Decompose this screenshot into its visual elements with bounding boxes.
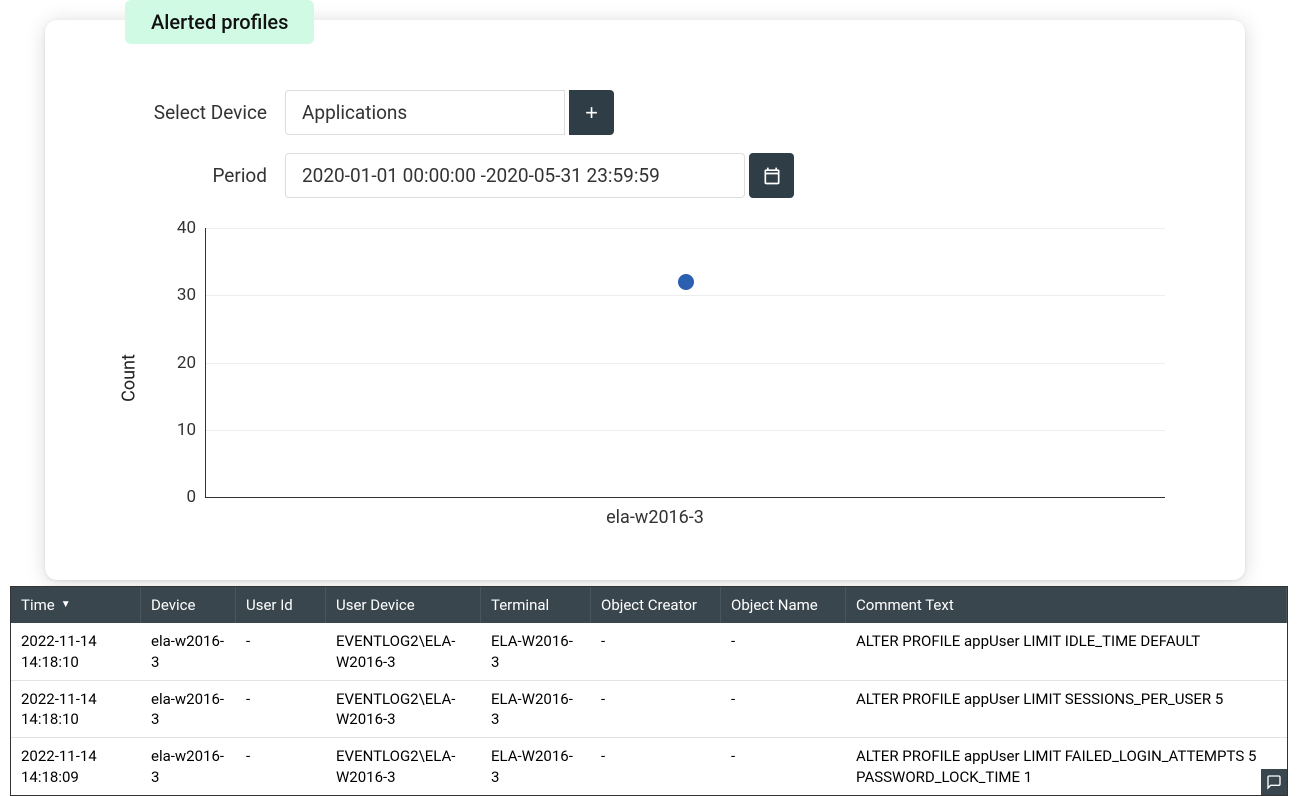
cell-terminal: ELA-W2016-3	[481, 681, 591, 738]
cell-device: ela-w2016-3	[141, 623, 236, 680]
cell-userid: -	[236, 623, 326, 680]
cell-time: 2022-11-14 14:18:09	[11, 738, 141, 795]
cell-device: ela-w2016-3	[141, 681, 236, 738]
cell-terminal: ELA-W2016-3	[481, 738, 591, 795]
y-tick-2: 20	[156, 353, 196, 373]
period-select-group: 2020-01-01 00:00:00 -2020-05-31 23:59:59	[285, 153, 794, 198]
y-tick-3: 30	[156, 285, 196, 305]
col-header-objectname[interactable]: Object Name	[721, 587, 846, 623]
cell-objectcreator: -	[591, 681, 721, 738]
grid-line	[206, 430, 1165, 431]
cell-userid: -	[236, 738, 326, 795]
device-filter-row: Select Device Applications +	[85, 90, 1205, 135]
y-tick-0: 0	[156, 487, 196, 507]
cell-time: 2022-11-14 14:18:10	[11, 623, 141, 680]
device-select[interactable]: Applications	[285, 90, 565, 135]
col-header-time-label: Time	[21, 595, 55, 615]
col-header-device[interactable]: Device	[141, 587, 236, 623]
cell-userid: -	[236, 681, 326, 738]
table-row[interactable]: 2022-11-14 14:18:10 ela-w2016-3 - EVENTL…	[11, 680, 1287, 738]
cell-objectname: -	[721, 738, 846, 795]
col-header-objectcreator[interactable]: Object Creator	[591, 587, 721, 623]
sort-desc-icon: ▼	[61, 598, 71, 612]
chart-plot-area: 0 10 20 30 40	[205, 228, 1165, 498]
col-header-userid[interactable]: User Id	[236, 587, 326, 623]
col-header-commenttext[interactable]: Comment Text	[846, 587, 1287, 623]
period-input[interactable]: 2020-01-01 00:00:00 -2020-05-31 23:59:59	[285, 153, 745, 198]
col-header-userdevice[interactable]: User Device	[326, 587, 481, 623]
chart-y-axis-label: Count	[118, 354, 139, 402]
count-chart: Count 0 10 20 30 40 ela-w2016-3	[145, 228, 1165, 528]
table-body: 2022-11-14 14:18:10 ela-w2016-3 - EVENTL…	[11, 623, 1287, 795]
cell-comment: ALTER PROFILE appUser LIMIT IDLE_TIME DE…	[846, 623, 1287, 680]
x-tick-0: ela-w2016-3	[606, 507, 704, 528]
cell-objectcreator: -	[591, 738, 721, 795]
table-row[interactable]: 2022-11-14 14:18:09 ela-w2016-3 - EVENTL…	[11, 737, 1287, 795]
cell-time: 2022-11-14 14:18:10	[11, 681, 141, 738]
cell-objectname: -	[721, 623, 846, 680]
cell-comment: ALTER PROFILE appUser LIMIT SESSIONS_PER…	[846, 681, 1287, 738]
period-filter-row: Period 2020-01-01 00:00:00 -2020-05-31 2…	[85, 153, 1205, 198]
cell-userdevice: EVENTLOG2\ELA-W2016-3	[326, 738, 481, 795]
events-table: Time ▼ Device User Id User Device Termin…	[10, 586, 1288, 796]
cell-terminal: ELA-W2016-3	[481, 623, 591, 680]
grid-line	[206, 363, 1165, 364]
device-select-group: Applications +	[285, 90, 614, 135]
period-filter-label: Period	[85, 164, 285, 187]
add-device-button[interactable]: +	[569, 90, 614, 135]
table-row[interactable]: 2022-11-14 14:18:10 ela-w2016-3 - EVENTL…	[11, 623, 1287, 680]
device-filter-label: Select Device	[85, 101, 285, 124]
report-card: Alerted profiles Select Device Applicati…	[45, 20, 1245, 580]
chart-data-point[interactable]	[678, 274, 694, 290]
calendar-button[interactable]	[749, 153, 794, 198]
table-header-row: Time ▼ Device User Id User Device Termin…	[11, 587, 1287, 623]
grid-line	[206, 295, 1165, 296]
y-tick-4: 40	[156, 218, 196, 238]
col-header-terminal[interactable]: Terminal	[481, 587, 591, 623]
cell-objectcreator: -	[591, 623, 721, 680]
cell-comment: ALTER PROFILE appUser LIMIT FAILED_LOGIN…	[846, 738, 1287, 795]
cell-userdevice: EVENTLOG2\ELA-W2016-3	[326, 681, 481, 738]
y-tick-1: 10	[156, 420, 196, 440]
page-title-badge: Alerted profiles	[125, 0, 314, 44]
cell-device: ela-w2016-3	[141, 738, 236, 795]
grid-line	[206, 228, 1165, 229]
plus-icon: +	[585, 100, 598, 126]
cell-userdevice: EVENTLOG2\ELA-W2016-3	[326, 623, 481, 680]
calendar-icon	[762, 166, 782, 186]
cell-objectname: -	[721, 681, 846, 738]
col-header-time[interactable]: Time ▼	[11, 587, 141, 623]
